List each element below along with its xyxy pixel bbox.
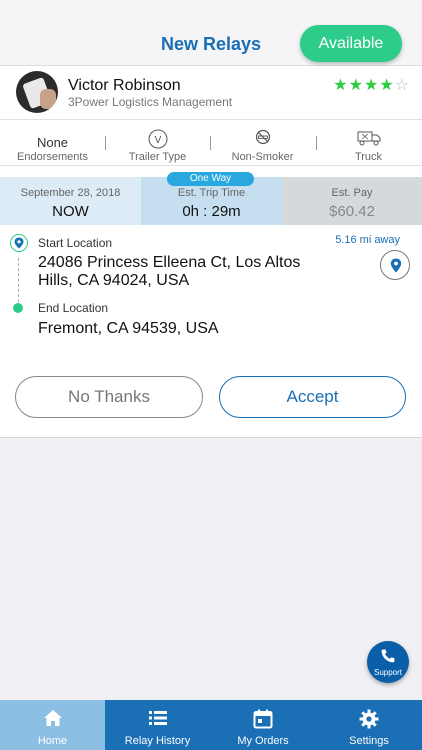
star-outline-icon: ☆ [394,77,410,94]
trip-type-badge: One Way [167,172,254,186]
map-pin-icon [390,258,402,273]
distance-away: 5.16 mi away [335,234,400,246]
star-icon: ★ [348,77,364,94]
gear-icon [359,709,379,734]
avatar [16,71,58,113]
trip-pay-label: Est. Pay [331,187,373,199]
attribute-label: Non-Smoker [231,151,294,163]
trip-pay-value: $60.42 [329,203,375,220]
list-icon [148,709,168,732]
star-icon: ★ [363,77,380,94]
attribute-non-smoker: Non-Smoker [210,120,315,167]
bottom-tab-bar: Home Relay History My Orders Settings [0,700,422,750]
attribute-trailer-type: V Trailer Type [105,120,210,167]
relay-card: Victor Robinson 3Power Logistics Managem… [0,66,422,438]
trip-date-label: September 28, 2018 [20,187,121,199]
end-dot-icon [13,303,23,313]
accept-button[interactable]: Accept [219,376,406,418]
rating-stars: ★★★★☆ [333,75,410,95]
driver-company: 3Power Logistics Management [68,95,233,109]
attribute-value: None [36,135,69,150]
tab-label: Settings [349,735,389,747]
attribute-label: Trailer Type [128,151,187,163]
attribute-label: Truck [354,151,383,163]
tab-settings[interactable]: Settings [316,700,422,750]
route-details: Start Location 24086 Princess Elleena Ct… [0,226,422,376]
home-icon [43,709,63,732]
tab-label: Home [37,735,68,747]
support-button[interactable]: Support [367,641,409,683]
trip-pay: Est. Pay $60.42 [282,177,422,225]
end-location-label: End Location [38,301,109,315]
calendar-icon [253,709,273,734]
start-location-address: 24086 Princess Elleena Ct, Los Altos Hil… [38,254,301,289]
truck-icon [357,129,381,152]
svg-text:V: V [154,135,161,146]
start-pin-icon [10,234,28,263]
availability-toggle-button[interactable]: Available [300,25,402,62]
trip-date: September 28, 2018 NOW [0,177,141,225]
app-header: New Relays Available [0,0,422,66]
star-icon: ★ [379,77,395,94]
support-label: Support [373,668,403,677]
driver-name: Victor Robinson [68,77,181,94]
no-smoking-icon [255,129,271,150]
relay-attributes: None Endorsements V Trailer Type Non-Smo… [0,119,422,166]
tab-label: Relay History [124,735,191,747]
trip-time-label: Est. Trip Time [177,187,246,199]
trip-time-value: 0h : 29m [182,203,241,220]
start-location-label: Start Location [38,236,113,250]
no-thanks-button[interactable]: No Thanks [15,376,203,418]
attribute-label: Endorsements [17,151,88,163]
tab-my-orders[interactable]: My Orders [210,700,316,750]
trip-date-value: NOW [52,203,89,220]
attribute-endorsements: None Endorsements [0,120,105,167]
tab-home[interactable]: Home [0,700,105,750]
end-location-address: Fremont, CA 94539, USA [38,320,219,337]
tab-relay-history[interactable]: Relay History [105,700,210,750]
phone-icon [380,648,396,669]
driver-profile[interactable]: Victor Robinson 3Power Logistics Managem… [0,66,422,118]
star-icon: ★ [333,77,349,94]
route-line [18,258,19,302]
tab-label: My Orders [237,735,289,747]
navigate-button[interactable] [380,250,410,280]
attribute-truck: Truck [316,120,421,167]
